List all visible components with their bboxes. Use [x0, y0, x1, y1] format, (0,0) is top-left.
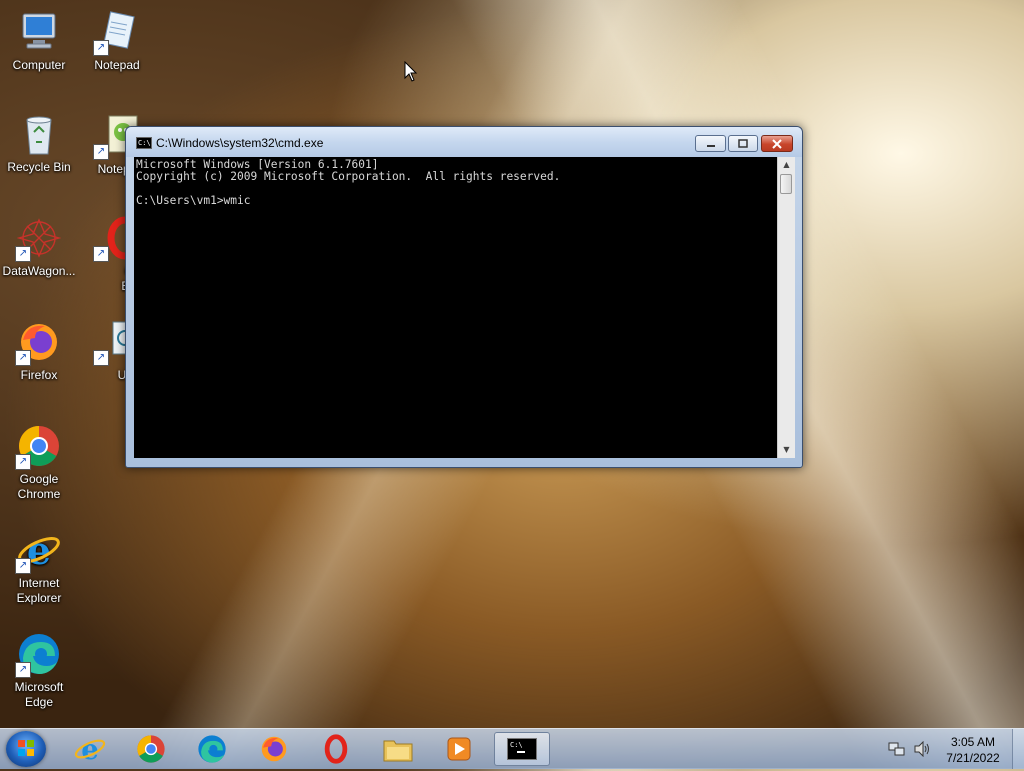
show-desktop-button[interactable] — [1012, 729, 1024, 769]
window-title: C:\Windows\system32\cmd.exe — [156, 136, 324, 150]
media-player-icon — [447, 737, 471, 761]
clock-date: 7/21/2022 — [946, 751, 1000, 765]
desktop-icon-label: Computer — [12, 58, 66, 72]
desktop-icon-firefox[interactable]: ↗ Firefox — [2, 320, 76, 383]
shortcut-arrow-icon: ↗ — [93, 144, 109, 160]
network-icon[interactable] — [888, 741, 906, 757]
shortcut-arrow-icon: ↗ — [15, 662, 31, 678]
console-text: Microsoft Windows [Version 6.1.7601] Cop… — [136, 158, 561, 207]
scroll-down-arrow-icon[interactable]: ▼ — [778, 442, 795, 458]
shortcut-arrow-icon: ↗ — [15, 454, 31, 470]
shortcut-arrow-icon: ↗ — [93, 40, 109, 56]
start-button[interactable] — [6, 731, 46, 767]
desktop-icon-computer[interactable]: Computer — [2, 10, 76, 73]
cmd-window[interactable]: C:\ C:\Windows\system32\cmd.exe Microsof… — [125, 126, 803, 468]
desktop-icon-edge[interactable]: ↗ Microsoft Edge — [2, 632, 76, 710]
windows-logo-icon — [18, 740, 34, 756]
desktop-icon-ie[interactable]: e ↗ Internet Explorer — [2, 528, 76, 606]
taskbar-app-chrome[interactable] — [123, 732, 179, 766]
ie-icon: e — [74, 733, 106, 765]
desktop-icon-label: Notepad — [94, 58, 140, 72]
desktop-icon-datawagon[interactable]: ↗ DataWagon... — [2, 216, 76, 279]
taskbar-app-opera[interactable] — [308, 732, 364, 766]
volume-icon[interactable] — [913, 741, 931, 757]
maximize-icon — [738, 138, 748, 148]
desktop-icon-label: Internet Explorer — [16, 576, 62, 605]
edge-icon: ↗ — [15, 632, 61, 678]
desktop-icon-label: Google Chrome — [17, 472, 61, 501]
taskbar-app-firefox[interactable] — [246, 732, 302, 766]
shortcut-arrow-icon: ↗ — [15, 350, 31, 366]
recycle-bin-icon — [17, 112, 61, 156]
close-button[interactable] — [761, 135, 793, 152]
shortcut-arrow-icon: ↗ — [93, 246, 109, 262]
minimize-icon — [706, 144, 715, 147]
svg-text:C:\: C:\ — [510, 741, 523, 749]
opera-icon — [324, 734, 348, 764]
folder-icon — [383, 740, 413, 762]
clock-time: 3:05 AM — [950, 735, 996, 749]
scroll-up-arrow-icon[interactable]: ▲ — [778, 157, 795, 173]
edge-icon — [198, 735, 226, 763]
close-icon — [772, 138, 782, 149]
shortcut-arrow-icon: ↗ — [15, 558, 31, 574]
desktop-icon-label: DataWagon... — [2, 264, 76, 278]
desktop-icon-label: Microsoft Edge — [14, 680, 64, 709]
desktop-icon-label: Firefox — [20, 368, 58, 382]
svg-text:e: e — [81, 733, 99, 765]
taskbar-app-ie[interactable]: e — [62, 732, 118, 766]
shortcut-arrow-icon: ↗ — [93, 350, 109, 366]
scrollbar-thumb[interactable] — [780, 174, 792, 194]
console-output-area[interactable]: Microsoft Windows [Version 6.1.7601] Cop… — [134, 157, 777, 458]
taskbar-app-cmd[interactable]: C:\ — [494, 732, 550, 766]
taskbar: e C:\ 3:05 AM 7/21/2022 — [0, 728, 1024, 769]
computer-icon — [17, 10, 61, 54]
ie-icon: e ↗ — [15, 528, 61, 574]
shortcut-arrow-icon: ↗ — [15, 246, 31, 262]
cmd-icon: C:\ — [507, 738, 537, 760]
desktop-icon-chrome[interactable]: ↗ Google Chrome — [2, 424, 76, 502]
system-clock[interactable]: 3:05 AM 7/21/2022 — [940, 734, 1006, 766]
desktop-icon-label: Recycle Bin — [7, 160, 71, 174]
mouse-cursor-icon — [404, 61, 418, 82]
desktop-icon-notepad[interactable]: ↗ Notepad — [80, 10, 154, 73]
taskbar-app-explorer[interactable] — [370, 732, 426, 766]
firefox-icon: ↗ — [15, 320, 61, 366]
window-titlebar[interactable]: C:\ C:\Windows\system32\cmd.exe — [126, 127, 802, 157]
notepad-icon: ↗ — [93, 10, 139, 56]
vertical-scrollbar[interactable]: ▲ ▼ — [777, 157, 795, 458]
maximize-button[interactable] — [728, 135, 758, 152]
chrome-icon: ↗ — [15, 424, 61, 470]
cmd-icon[interactable]: C:\ — [136, 137, 152, 149]
minimize-button[interactable] — [695, 135, 726, 152]
datawagon-icon: ↗ — [15, 216, 62, 262]
taskbar-app-media-player[interactable] — [431, 732, 487, 766]
taskbar-app-edge[interactable] — [184, 732, 240, 766]
desktop-icon-recycle-bin[interactable]: Recycle Bin — [2, 112, 76, 175]
firefox-icon — [261, 736, 287, 762]
chrome-icon — [137, 735, 165, 763]
